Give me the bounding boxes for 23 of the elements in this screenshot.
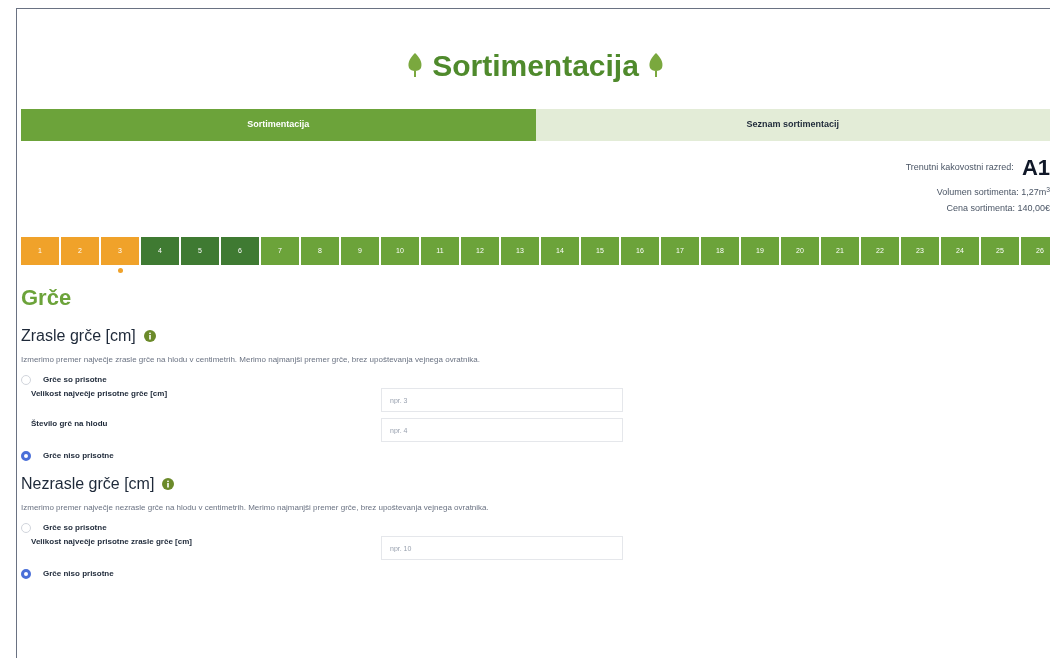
subsection-title: Nezrasle grče [cm]: [21, 474, 155, 494]
description-text: Izmerimo premer največje nezrasle grče na hlodu v centimetrih. Merimo najmanjši premer grče, brez upoštevanja vejnega ovratnika.: [21, 502, 490, 514]
class-label: Trenutni kakovostni razred:: [905, 160, 1014, 174]
class-value: A1: [1021, 154, 1050, 182]
volume-text: Volumen sortimenta: 1,27m$^{3}$: [936, 186, 1050, 199]
radio-label: Grče so prisotne: [43, 374, 107, 386]
info-icon: [162, 478, 175, 490]
price-text: Cena sortimenta: 140,00€: [946, 201, 1050, 215]
field-label: Število grč na hlodu: [30, 418, 109, 430]
field-label: Velikost največje prisotne zrasle grče [cm]: [30, 536, 193, 548]
radio-button[interactable]: [21, 569, 31, 579]
radio-label: Grče niso prisotne: [43, 568, 114, 580]
info-icon: [143, 330, 156, 342]
section-heading: Grče: [21, 284, 73, 312]
radio-label: Grče so prisotne: [43, 522, 107, 534]
description-text: Izmerimo premer največje zrasle grče na hlodu v centimetrih. Merimo najmanjši premer grče, brez upoštevanja vejnega ovratnika.: [21, 354, 481, 366]
tab[interactable]: Sortimentacija: [21, 109, 536, 141]
field-label: Velikost največje prisotne grče [cm]: [30, 388, 169, 400]
page-title: Sortimentacija: [432, 47, 639, 84]
subsection-title: Zrasle grče [cm]: [21, 326, 136, 346]
radio-label: Grče niso prisotne: [43, 450, 114, 462]
tab[interactable]: Seznam sortimentacij: [535, 109, 1050, 141]
radio-button[interactable]: [21, 451, 31, 461]
